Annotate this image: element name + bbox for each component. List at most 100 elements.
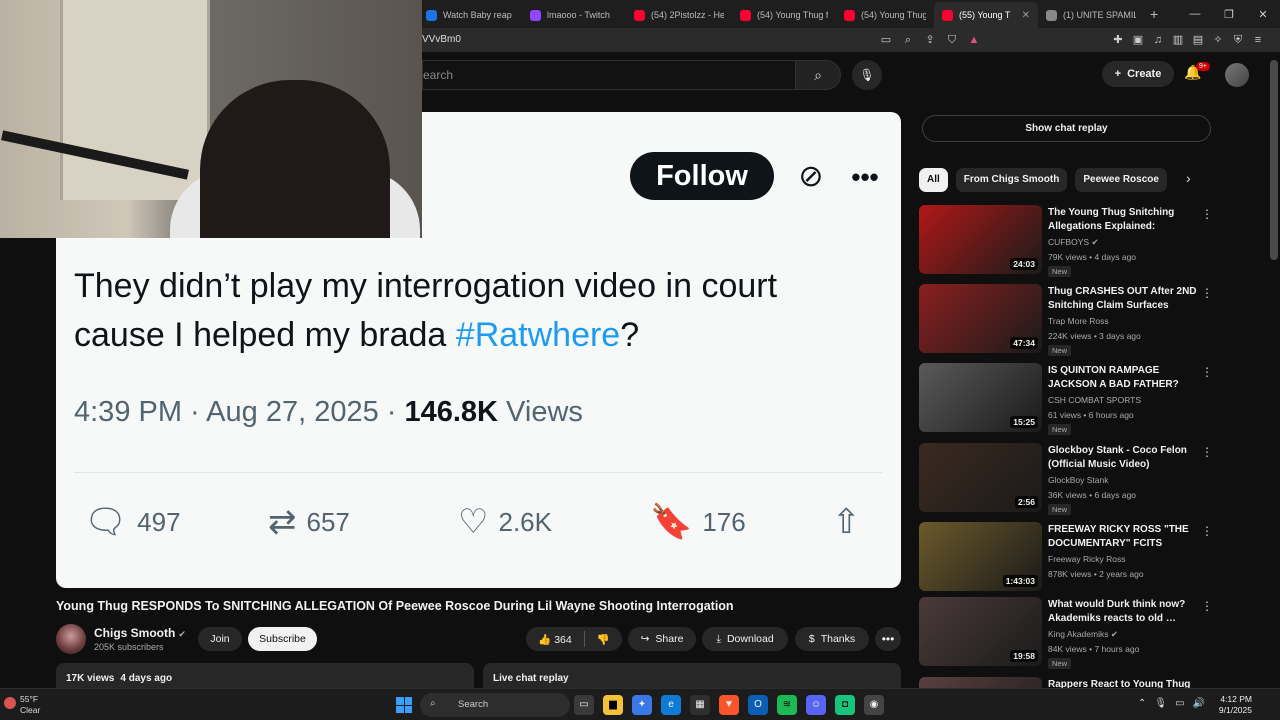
- download-button[interactable]: ⤓ Download: [702, 627, 788, 651]
- video-thumbnail[interactable]: 15:25: [919, 363, 1042, 432]
- share-button[interactable]: ↪ Share: [628, 627, 696, 651]
- browser-tab[interactable]: (54) Young Thug: [836, 2, 934, 28]
- more-actions-button[interactable]: •••: [875, 627, 901, 651]
- obs-icon[interactable]: ◉: [864, 695, 884, 715]
- taskbar-clock[interactable]: 4:12 PM 9/1/2025: [1214, 694, 1252, 716]
- more-vertical-icon[interactable]: ⋮: [1201, 524, 1213, 538]
- recommended-title[interactable]: What would Durk think now? Akademiks rea…: [1048, 598, 1198, 626]
- wallet-icon[interactable]: ▤: [1190, 32, 1206, 48]
- more-vertical-icon[interactable]: ⋮: [1201, 286, 1213, 300]
- brave-icon[interactable]: ▼: [719, 695, 739, 715]
- recommended-channel[interactable]: CSH COMBAT SPORTS: [1048, 395, 1141, 405]
- taskbar-search[interactable]: Search: [420, 693, 570, 717]
- browser-tab[interactable]: lmaooo - Twitch: [522, 2, 626, 28]
- thanks-button[interactable]: $ Thanks: [795, 627, 869, 651]
- chevron-right-icon[interactable]: ›: [1186, 170, 1191, 186]
- page-scrollbar[interactable]: [1270, 60, 1278, 260]
- create-button[interactable]: + Create: [1102, 61, 1174, 87]
- brave-shield-icon[interactable]: ⛉: [944, 32, 960, 48]
- new-tab-button[interactable]: +: [1150, 6, 1158, 22]
- recommended-title[interactable]: FREEWAY RICKY ROSS "THE DOCUMENTARY" FCI…: [1048, 523, 1198, 551]
- share-page-icon[interactable]: ⇪: [922, 32, 938, 48]
- recommended-title[interactable]: The Young Thug Snitching Allegations Exp…: [1048, 206, 1198, 234]
- browser-tab[interactable]: (55) Young T ✕: [934, 2, 1038, 28]
- recommended-meta: 224K views • 3 days ago: [1048, 331, 1141, 341]
- show-chat-replay-button[interactable]: Show chat replay: [922, 115, 1211, 142]
- like-button[interactable]: 👍 364: [538, 633, 572, 646]
- recommended-video[interactable]: 15:25 IS QUINTON RAMPAGE JACKSON A BAD FA…: [919, 363, 1213, 435]
- outlook-icon[interactable]: O: [748, 695, 768, 715]
- url-text[interactable]: VVvBm0: [422, 34, 461, 45]
- more-vertical-icon[interactable]: ⋮: [1201, 207, 1213, 221]
- recommended-title[interactable]: Glockboy Stank - Coco Felon (Official Mu…: [1048, 444, 1198, 472]
- task-view-icon[interactable]: ▭: [574, 695, 594, 715]
- recommended-channel[interactable]: Trap More Ross: [1048, 316, 1109, 326]
- search-button[interactable]: ⌕: [795, 60, 841, 90]
- minimize-button[interactable]: —: [1178, 8, 1212, 20]
- voice-search-button[interactable]: 🎙: [852, 60, 882, 90]
- recommended-channel[interactable]: CUFBOYS ✔: [1048, 237, 1099, 248]
- store-icon[interactable]: ▦: [690, 695, 710, 715]
- filter-chip[interactable]: All: [919, 168, 948, 192]
- close-window-button[interactable]: ✕: [1246, 8, 1280, 21]
- copilot-icon[interactable]: ✦: [632, 695, 652, 715]
- leo-icon[interactable]: ✧: [1210, 32, 1226, 48]
- extensions-icon[interactable]: ✚: [1110, 32, 1126, 48]
- video-thumbnail[interactable]: 24:03: [919, 205, 1042, 274]
- video-thumbnail[interactable]: 19:58: [919, 597, 1042, 666]
- recommended-channel[interactable]: GlockBoy Stank: [1048, 475, 1108, 485]
- recommended-channel[interactable]: King Akademiks ✔: [1048, 629, 1118, 640]
- cast-icon[interactable]: ▭: [878, 32, 894, 48]
- maximize-button[interactable]: ❐: [1212, 8, 1246, 21]
- spotify-icon[interactable]: ≋: [777, 695, 797, 715]
- tray-volume-icon[interactable]: 🔊: [1193, 698, 1205, 709]
- edge-icon[interactable]: e: [661, 695, 681, 715]
- vpn-icon[interactable]: ⛨: [1230, 32, 1246, 48]
- recommended-channel[interactable]: Freeway Ricky Ross: [1048, 554, 1125, 564]
- filter-chip[interactable]: Peewee Roscoe: [1075, 168, 1167, 192]
- more-vertical-icon[interactable]: ⋮: [1201, 445, 1213, 459]
- recommended-video[interactable]: 19:58 What would Durk think now? Akademik…: [919, 597, 1213, 669]
- browser-tab[interactable]: Watch Baby reap up: [418, 2, 522, 28]
- weather-widget[interactable]: 55°F Clear: [20, 694, 40, 716]
- join-button[interactable]: Join: [198, 627, 242, 651]
- windows-start-icon[interactable]: [396, 697, 412, 713]
- zoom-icon[interactable]: ⌕: [900, 32, 916, 48]
- brave-rewards-icon[interactable]: ▲: [966, 32, 982, 48]
- sidebar-icon[interactable]: ▥: [1170, 32, 1186, 48]
- media-icon[interactable]: ♫: [1150, 32, 1166, 48]
- video-thumbnail[interactable]: 2:56: [919, 443, 1042, 512]
- likes-count: 2.6K: [498, 506, 552, 537]
- menu-icon[interactable]: ≡: [1250, 32, 1266, 48]
- search-input[interactable]: earch: [422, 60, 796, 90]
- video-thumbnail[interactable]: 1:43:03: [919, 522, 1042, 591]
- browser-tab[interactable]: (54) 2Pistolzz - Hea: [626, 2, 732, 28]
- more-vertical-icon[interactable]: ⋮: [1201, 599, 1213, 613]
- recommended-meta: 61 views • 6 hours ago: [1048, 410, 1134, 420]
- tab-close-icon[interactable]: ✕: [1022, 10, 1030, 21]
- file-explorer-icon[interactable]: ▆: [603, 695, 623, 715]
- recommended-video[interactable]: 24:03 The Young Thug Snitching Allegation…: [919, 205, 1213, 277]
- tray-display-icon[interactable]: ▭: [1175, 698, 1184, 709]
- filter-chip[interactable]: From Chigs Smooth: [955, 168, 1068, 192]
- recommended-video[interactable]: 2:56 Glockboy Stank - Coco Felon (Officia…: [919, 443, 1213, 515]
- new-badge: New: [1048, 345, 1072, 356]
- recommended-title[interactable]: IS QUINTON RAMPAGE JACKSON A BAD FATHER?: [1048, 364, 1198, 392]
- dislike-button[interactable]: 👎: [597, 633, 610, 646]
- subscribe-button[interactable]: Subscribe: [248, 627, 317, 651]
- channel-name[interactable]: Chigs Smooth ✔: [94, 626, 186, 640]
- browser-tab[interactable]: (1) UNITE SPAMILIT: [1038, 2, 1144, 28]
- recommended-video[interactable]: 1:43:03 FREEWAY RICKY ROSS "THE DOCUMENTA…: [919, 522, 1213, 594]
- discord-icon[interactable]: ☺: [806, 695, 826, 715]
- channel-avatar[interactable]: [56, 624, 86, 654]
- tray-chevron-up-icon[interactable]: ⌃: [1138, 698, 1146, 709]
- more-vertical-icon[interactable]: ⋮: [1201, 365, 1213, 379]
- account-avatar[interactable]: [1225, 63, 1249, 87]
- browser-tab[interactable]: (54) Young Thug ful: [732, 2, 836, 28]
- app-icon[interactable]: ◘: [835, 695, 855, 715]
- video-thumbnail[interactable]: 47:34: [919, 284, 1042, 353]
- screenshot-icon[interactable]: ▣: [1130, 32, 1146, 48]
- recommended-title[interactable]: Thug CRASHES OUT After 2ND Snitching Cla…: [1048, 285, 1198, 313]
- tray-mic-icon[interactable]: 🎙: [1154, 698, 1167, 709]
- recommended-video[interactable]: 47:34 Thug CRASHES OUT After 2ND Snitchin…: [919, 284, 1213, 356]
